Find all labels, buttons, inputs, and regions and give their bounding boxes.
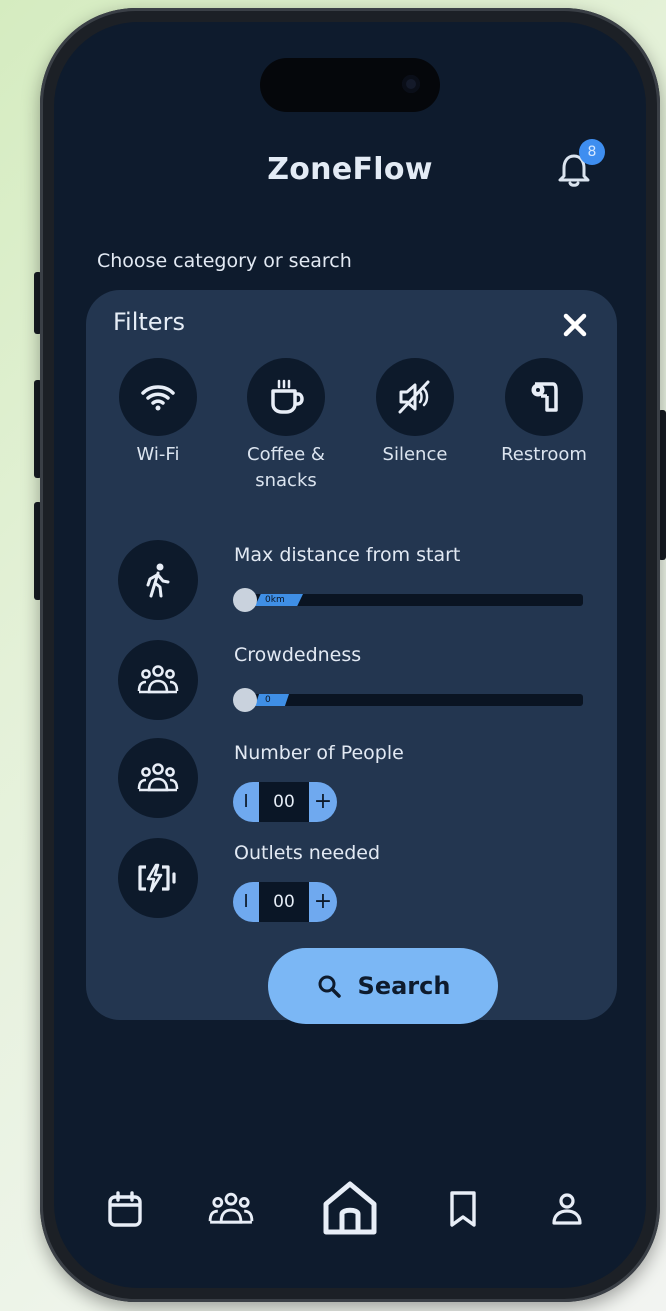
category-silence-button[interactable] <box>376 358 454 436</box>
coffee-icon <box>271 379 304 414</box>
people-increment-button[interactable]: + <box>309 782 337 822</box>
category-wifi[interactable]: Wi-Fi <box>103 358 213 468</box>
toilet-paper-icon <box>531 382 558 412</box>
wifi-icon <box>141 385 175 411</box>
profile-icon <box>552 1193 582 1225</box>
battery-charging-icon <box>138 863 176 893</box>
category-wifi-label: Wi-Fi <box>136 444 180 465</box>
category-coffee-label-line1: Coffee & <box>247 444 325 465</box>
bookmark-icon <box>450 1191 476 1227</box>
notification-badge: 8 <box>579 139 605 165</box>
outlets-label: Outlets needed <box>234 842 381 864</box>
search-button[interactable]: Search <box>268 948 498 1024</box>
nav-calendar[interactable] <box>100 1184 150 1234</box>
slider-knob[interactable] <box>233 688 257 712</box>
nav-groups[interactable] <box>206 1184 256 1234</box>
people-group-icon <box>208 1192 254 1224</box>
slider-knob[interactable] <box>233 588 257 612</box>
category-wifi-button[interactable] <box>119 358 197 436</box>
outlets-value[interactable]: 00 <box>259 882 309 922</box>
outlets-stepper[interactable]: I 00 + <box>233 882 337 922</box>
people-row-icon <box>118 738 198 818</box>
nav-saved[interactable] <box>438 1184 488 1234</box>
home-icon <box>323 1181 377 1235</box>
search-icon <box>318 975 341 998</box>
filters-title: Filters <box>113 308 185 336</box>
people-group-icon <box>137 763 179 792</box>
calendar-icon <box>108 1191 142 1227</box>
people-group-icon <box>137 665 179 694</box>
category-silence-label: Silence <box>382 444 448 465</box>
people-value[interactable]: 00 <box>259 782 309 822</box>
mute-icon <box>398 380 430 414</box>
people-stepper[interactable]: I 00 + <box>233 782 337 822</box>
crowdedness-row-icon <box>118 640 198 720</box>
crowdedness-label: Crowdedness <box>234 644 362 666</box>
phone-frame: ZoneFlow 8 Choose category or search Fil… <box>40 8 660 1302</box>
category-coffee[interactable]: Coffee & snacks <box>231 358 341 494</box>
max-distance-label: Max distance from start <box>234 544 461 566</box>
category-silence[interactable]: Silence <box>360 358 470 468</box>
category-restroom[interactable]: Restroom <box>489 358 599 468</box>
category-coffee-label-line2: snacks <box>255 470 317 491</box>
slider-value: 0 <box>255 694 289 706</box>
slider-value: 0km <box>255 594 303 606</box>
people-label: Number of People <box>234 742 404 764</box>
category-coffee-label: Coffee & snacks <box>231 442 341 494</box>
outlets-decrement-button[interactable]: I <box>233 882 259 922</box>
crowdedness-slider[interactable]: 0 <box>233 688 583 712</box>
nav-profile[interactable] <box>542 1184 592 1234</box>
app-screen: ZoneFlow 8 Choose category or search Fil… <box>54 22 646 1288</box>
dynamic-island <box>260 58 440 112</box>
category-coffee-button[interactable] <box>247 358 325 436</box>
slider-track <box>243 694 583 706</box>
camera-icon <box>402 75 420 93</box>
nav-home[interactable] <box>318 1176 382 1240</box>
outlets-increment-button[interactable]: + <box>309 882 337 922</box>
search-button-label: Search <box>357 972 451 1000</box>
distance-row-icon <box>118 540 198 620</box>
walking-icon <box>146 563 170 598</box>
people-decrement-button[interactable]: I <box>233 782 259 822</box>
category-restroom-button[interactable] <box>505 358 583 436</box>
max-distance-slider[interactable]: 0km <box>233 588 583 612</box>
outlets-row-icon <box>118 838 198 918</box>
category-restroom-label: Restroom <box>501 444 587 465</box>
category-prompt: Choose category or search <box>97 250 352 272</box>
close-icon[interactable] <box>558 308 592 342</box>
filters-panel: Filters Wi-Fi Coffee & snacks Silence Re… <box>86 290 617 1024</box>
